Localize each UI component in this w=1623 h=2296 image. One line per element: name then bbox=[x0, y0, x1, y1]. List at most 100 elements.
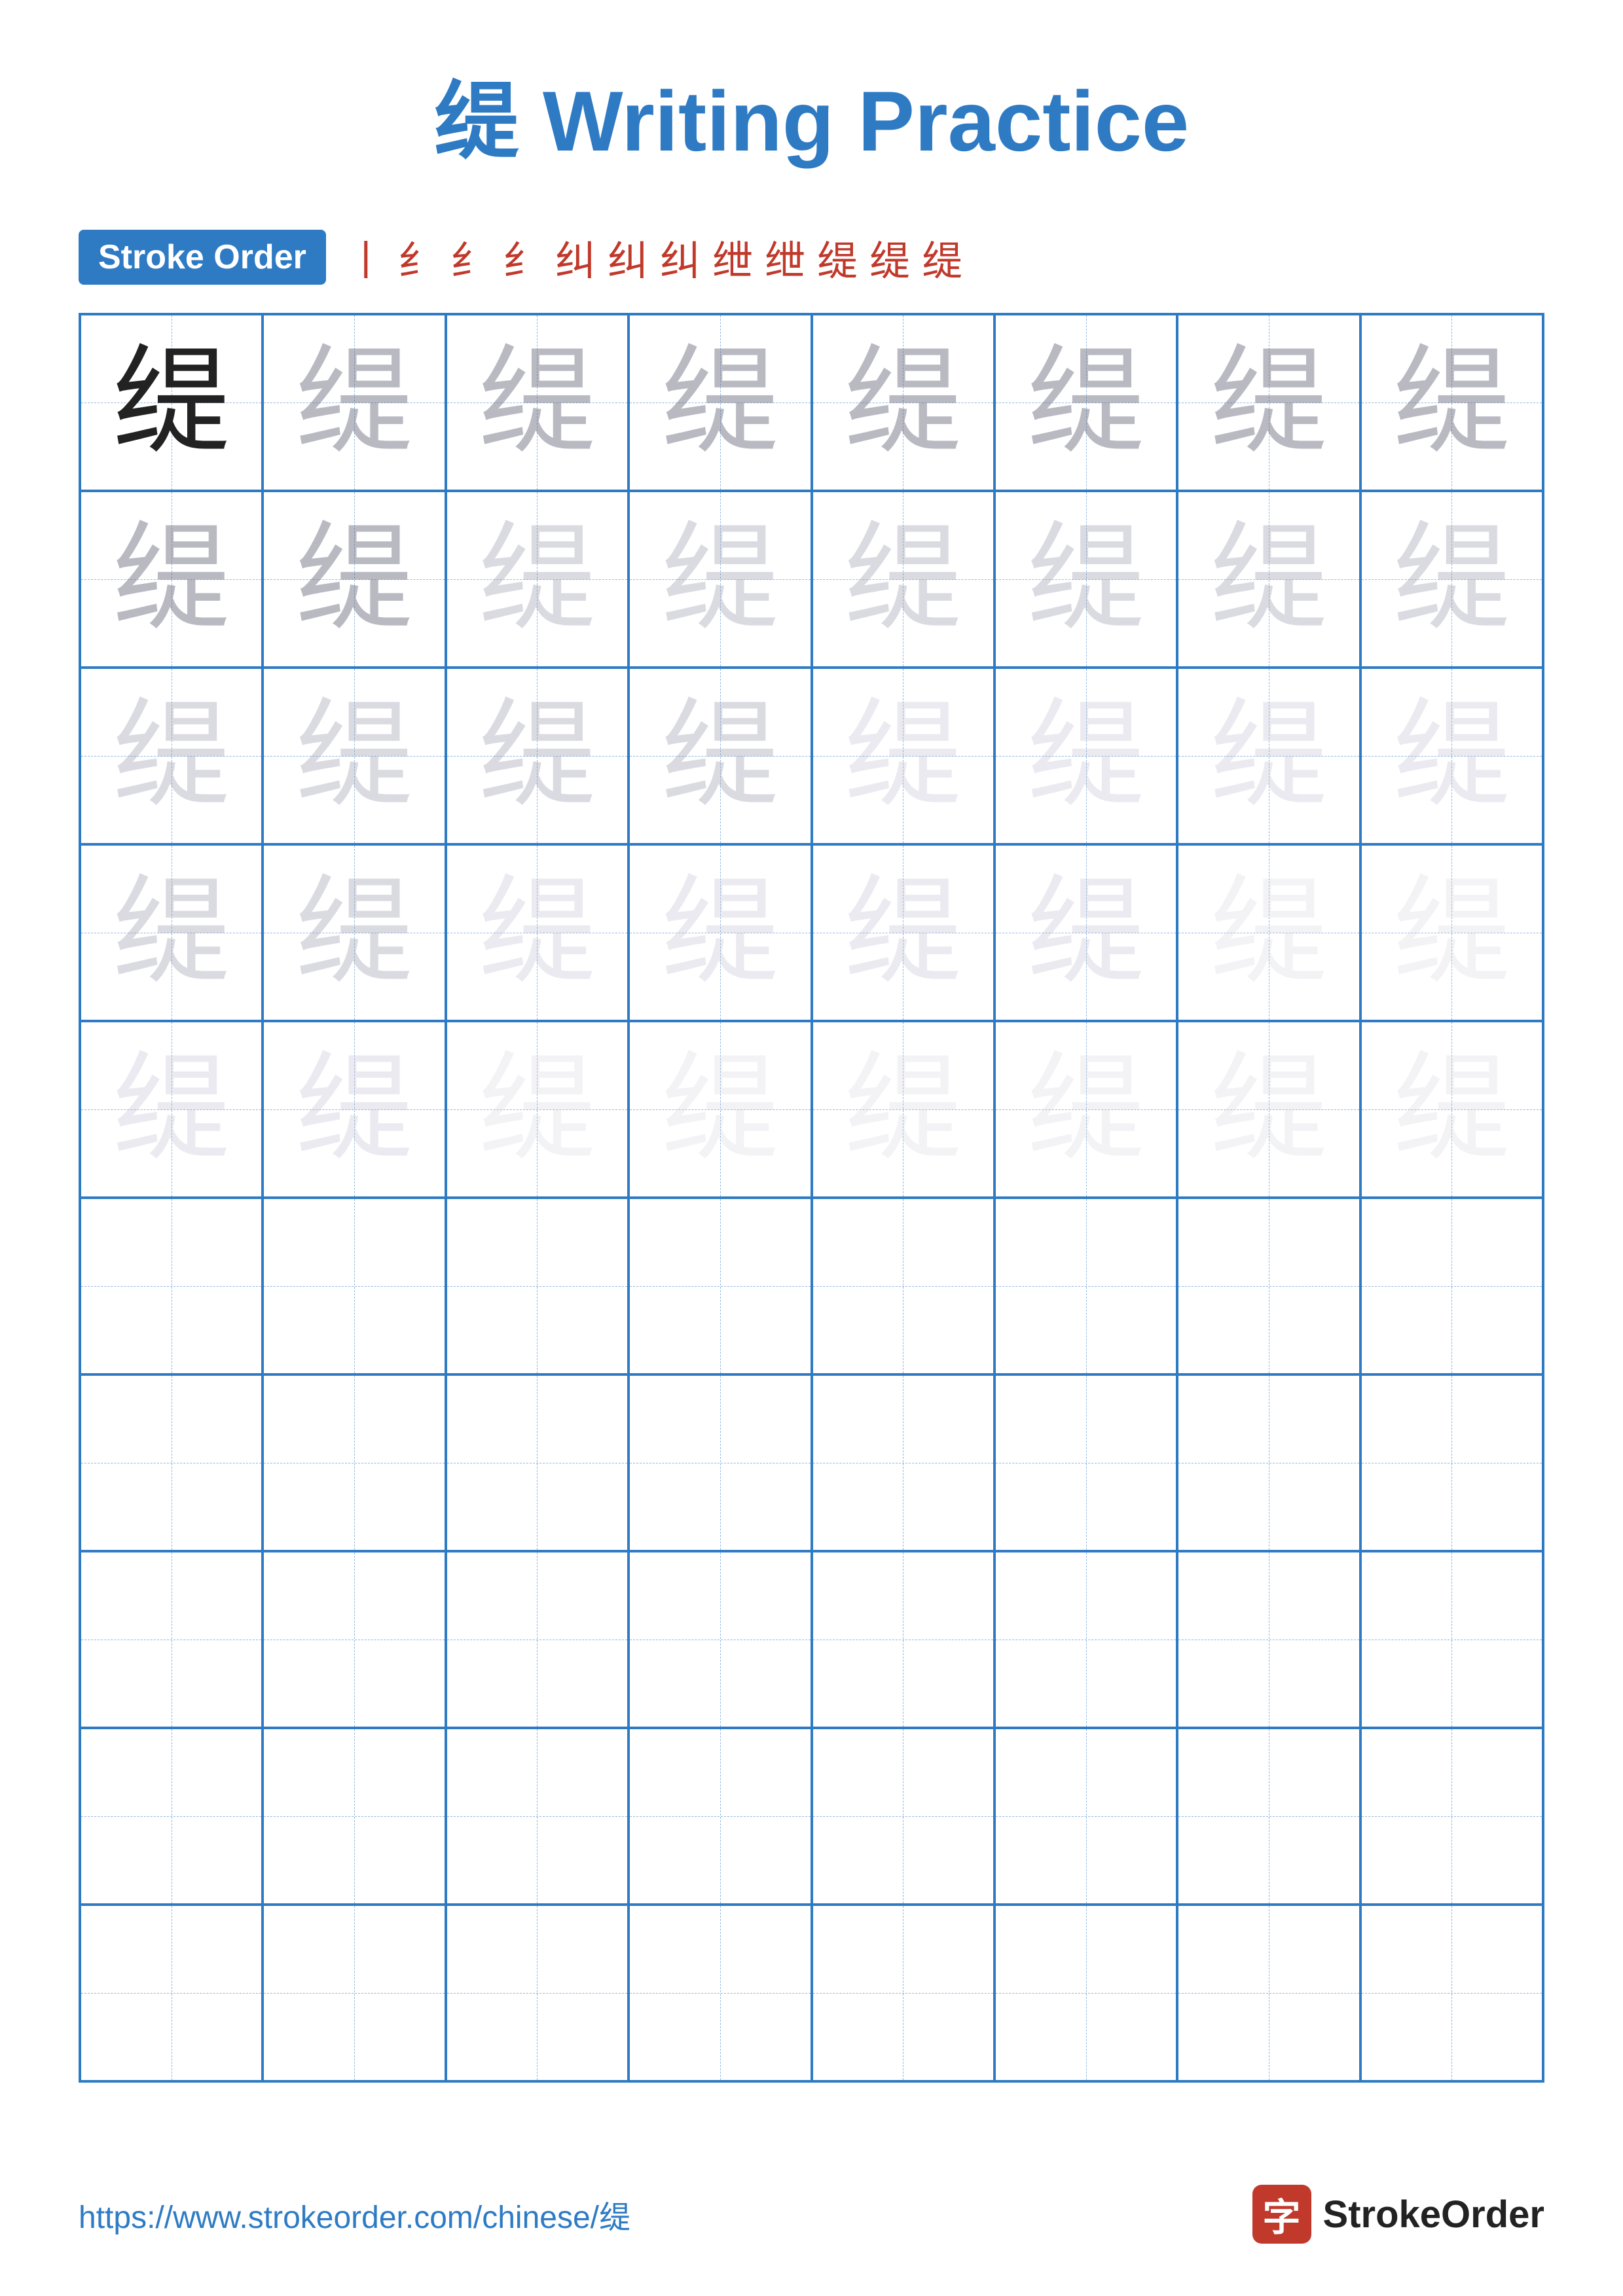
grid-cell-r10-c3[interactable] bbox=[446, 1905, 629, 2081]
grid-cell-r1-c2[interactable]: 缇 bbox=[263, 314, 445, 491]
grid-cell-r2-c4[interactable]: 缇 bbox=[629, 491, 811, 668]
footer-url[interactable]: https://www.strokeorder.com/chinese/缇 bbox=[79, 2191, 630, 2237]
footer: https://www.strokeorder.com/chinese/缇 字 … bbox=[79, 2185, 1544, 2244]
cell-character: 缇 bbox=[844, 874, 962, 992]
stroke-step-1: 丨 bbox=[346, 228, 386, 287]
grid-cell-r10-c4[interactable] bbox=[629, 1905, 811, 2081]
grid-cell-r9-c7[interactable] bbox=[1177, 1728, 1360, 1905]
grid-cell-r1-c6[interactable]: 缇 bbox=[994, 314, 1177, 491]
grid-cell-r10-c7[interactable] bbox=[1177, 1905, 1360, 2081]
grid-cell-r3-c4[interactable]: 缇 bbox=[629, 668, 811, 844]
grid-cell-r2-c6[interactable]: 缇 bbox=[994, 491, 1177, 668]
title-chinese: 缇 bbox=[434, 73, 519, 169]
grid-cell-r8-c3[interactable] bbox=[446, 1551, 629, 1728]
grid-cell-r7-c1[interactable] bbox=[80, 1374, 263, 1551]
grid-cell-r10-c6[interactable] bbox=[994, 1905, 1177, 2081]
grid-cell-r8-c6[interactable] bbox=[994, 1551, 1177, 1728]
grid-cell-r1-c1[interactable]: 缇 bbox=[80, 314, 263, 491]
grid-cell-r7-c2[interactable] bbox=[263, 1374, 445, 1551]
footer-logo: 字 StrokeOrder bbox=[1252, 2185, 1544, 2244]
grid-cell-r8-c4[interactable] bbox=[629, 1551, 811, 1728]
grid-cell-r5-c4[interactable]: 缇 bbox=[629, 1021, 811, 1198]
grid-cell-r10-c1[interactable] bbox=[80, 1905, 263, 2081]
grid-cell-r1-c7[interactable]: 缇 bbox=[1177, 314, 1360, 491]
grid-cell-r6-c4[interactable] bbox=[629, 1198, 811, 1374]
grid-cell-r5-c8[interactable]: 缇 bbox=[1360, 1021, 1543, 1198]
grid-row-2: 缇缇缇缇缇缇缇缇 bbox=[80, 491, 1543, 668]
grid-cell-r5-c6[interactable]: 缇 bbox=[994, 1021, 1177, 1198]
grid-cell-r7-c8[interactable] bbox=[1360, 1374, 1543, 1551]
grid-cell-r3-c5[interactable]: 缇 bbox=[812, 668, 994, 844]
grid-cell-r6-c7[interactable] bbox=[1177, 1198, 1360, 1374]
grid-cell-r8-c5[interactable] bbox=[812, 1551, 994, 1728]
grid-cell-r2-c7[interactable]: 缇 bbox=[1177, 491, 1360, 668]
cell-character: 缇 bbox=[295, 874, 413, 992]
grid-cell-r8-c1[interactable] bbox=[80, 1551, 263, 1728]
grid-cell-r8-c7[interactable] bbox=[1177, 1551, 1360, 1728]
grid-cell-r1-c4[interactable]: 缇 bbox=[629, 314, 811, 491]
grid-cell-r10-c2[interactable] bbox=[263, 1905, 445, 2081]
cell-character: 缇 bbox=[295, 697, 413, 815]
cell-character: 缇 bbox=[1210, 697, 1328, 815]
grid-cell-r4-c8[interactable]: 缇 bbox=[1360, 844, 1543, 1021]
grid-cell-r6-c2[interactable] bbox=[263, 1198, 445, 1374]
grid-cell-r9-c1[interactable] bbox=[80, 1728, 263, 1905]
grid-cell-r4-c7[interactable]: 缇 bbox=[1177, 844, 1360, 1021]
grid-cell-r9-c5[interactable] bbox=[812, 1728, 994, 1905]
grid-cell-r5-c2[interactable]: 缇 bbox=[263, 1021, 445, 1198]
grid-cell-r4-c3[interactable]: 缇 bbox=[446, 844, 629, 1021]
grid-cell-r8-c8[interactable] bbox=[1360, 1551, 1543, 1728]
cell-character: 缇 bbox=[844, 1050, 962, 1168]
grid-cell-r2-c8[interactable]: 缇 bbox=[1360, 491, 1543, 668]
grid-cell-r6-c5[interactable] bbox=[812, 1198, 994, 1374]
grid-cell-r4-c2[interactable]: 缇 bbox=[263, 844, 445, 1021]
grid-cell-r7-c6[interactable] bbox=[994, 1374, 1177, 1551]
grid-cell-r7-c5[interactable] bbox=[812, 1374, 994, 1551]
grid-cell-r8-c2[interactable] bbox=[263, 1551, 445, 1728]
grid-cell-r2-c1[interactable]: 缇 bbox=[80, 491, 263, 668]
grid-cell-r3-c8[interactable]: 缇 bbox=[1360, 668, 1543, 844]
grid-cell-r10-c5[interactable] bbox=[812, 1905, 994, 2081]
grid-cell-r9-c8[interactable] bbox=[1360, 1728, 1543, 1905]
grid-cell-r5-c5[interactable]: 缇 bbox=[812, 1021, 994, 1198]
grid-cell-r10-c8[interactable] bbox=[1360, 1905, 1543, 2081]
grid-cell-r1-c8[interactable]: 缇 bbox=[1360, 314, 1543, 491]
grid-cell-r9-c4[interactable] bbox=[629, 1728, 811, 1905]
grid-cell-r3-c6[interactable]: 缇 bbox=[994, 668, 1177, 844]
grid-cell-r3-c3[interactable]: 缇 bbox=[446, 668, 629, 844]
grid-cell-r3-c1[interactable]: 缇 bbox=[80, 668, 263, 844]
stroke-step-2: 纟 bbox=[398, 228, 439, 287]
grid-cell-r9-c6[interactable] bbox=[994, 1728, 1177, 1905]
grid-cell-r1-c3[interactable]: 缇 bbox=[446, 314, 629, 491]
grid-cell-r9-c3[interactable] bbox=[446, 1728, 629, 1905]
grid-cell-r7-c3[interactable] bbox=[446, 1374, 629, 1551]
grid-cell-r6-c6[interactable] bbox=[994, 1198, 1177, 1374]
grid-cell-r2-c5[interactable]: 缇 bbox=[812, 491, 994, 668]
grid-cell-r3-c2[interactable]: 缇 bbox=[263, 668, 445, 844]
grid-cell-r5-c3[interactable]: 缇 bbox=[446, 1021, 629, 1198]
grid-cell-r4-c5[interactable]: 缇 bbox=[812, 844, 994, 1021]
grid-cell-r9-c2[interactable] bbox=[263, 1728, 445, 1905]
cell-character: 缇 bbox=[113, 874, 230, 992]
grid-cell-r4-c6[interactable]: 缇 bbox=[994, 844, 1177, 1021]
grid-cell-r4-c1[interactable]: 缇 bbox=[80, 844, 263, 1021]
cell-character: 缇 bbox=[113, 344, 230, 461]
cell-character: 缇 bbox=[1210, 520, 1328, 638]
grid-cell-r6-c3[interactable] bbox=[446, 1198, 629, 1374]
grid-row-1: 缇缇缇缇缇缇缇缇 bbox=[80, 314, 1543, 491]
grid-cell-r3-c7[interactable]: 缇 bbox=[1177, 668, 1360, 844]
grid-cell-r7-c7[interactable] bbox=[1177, 1374, 1360, 1551]
grid-row-8 bbox=[80, 1551, 1543, 1728]
grid-cell-r5-c7[interactable]: 缇 bbox=[1177, 1021, 1360, 1198]
grid-cell-r2-c2[interactable]: 缇 bbox=[263, 491, 445, 668]
cell-character: 缇 bbox=[661, 697, 779, 815]
grid-cell-r6-c1[interactable] bbox=[80, 1198, 263, 1374]
grid-cell-r7-c4[interactable] bbox=[629, 1374, 811, 1551]
grid-cell-r4-c4[interactable]: 缇 bbox=[629, 844, 811, 1021]
cell-character: 缇 bbox=[1210, 344, 1328, 461]
grid-cell-r6-c8[interactable] bbox=[1360, 1198, 1543, 1374]
grid-cell-r1-c5[interactable]: 缇 bbox=[812, 314, 994, 491]
grid-cell-r5-c1[interactable]: 缇 bbox=[80, 1021, 263, 1198]
cell-character: 缇 bbox=[661, 520, 779, 638]
grid-cell-r2-c3[interactable]: 缇 bbox=[446, 491, 629, 668]
